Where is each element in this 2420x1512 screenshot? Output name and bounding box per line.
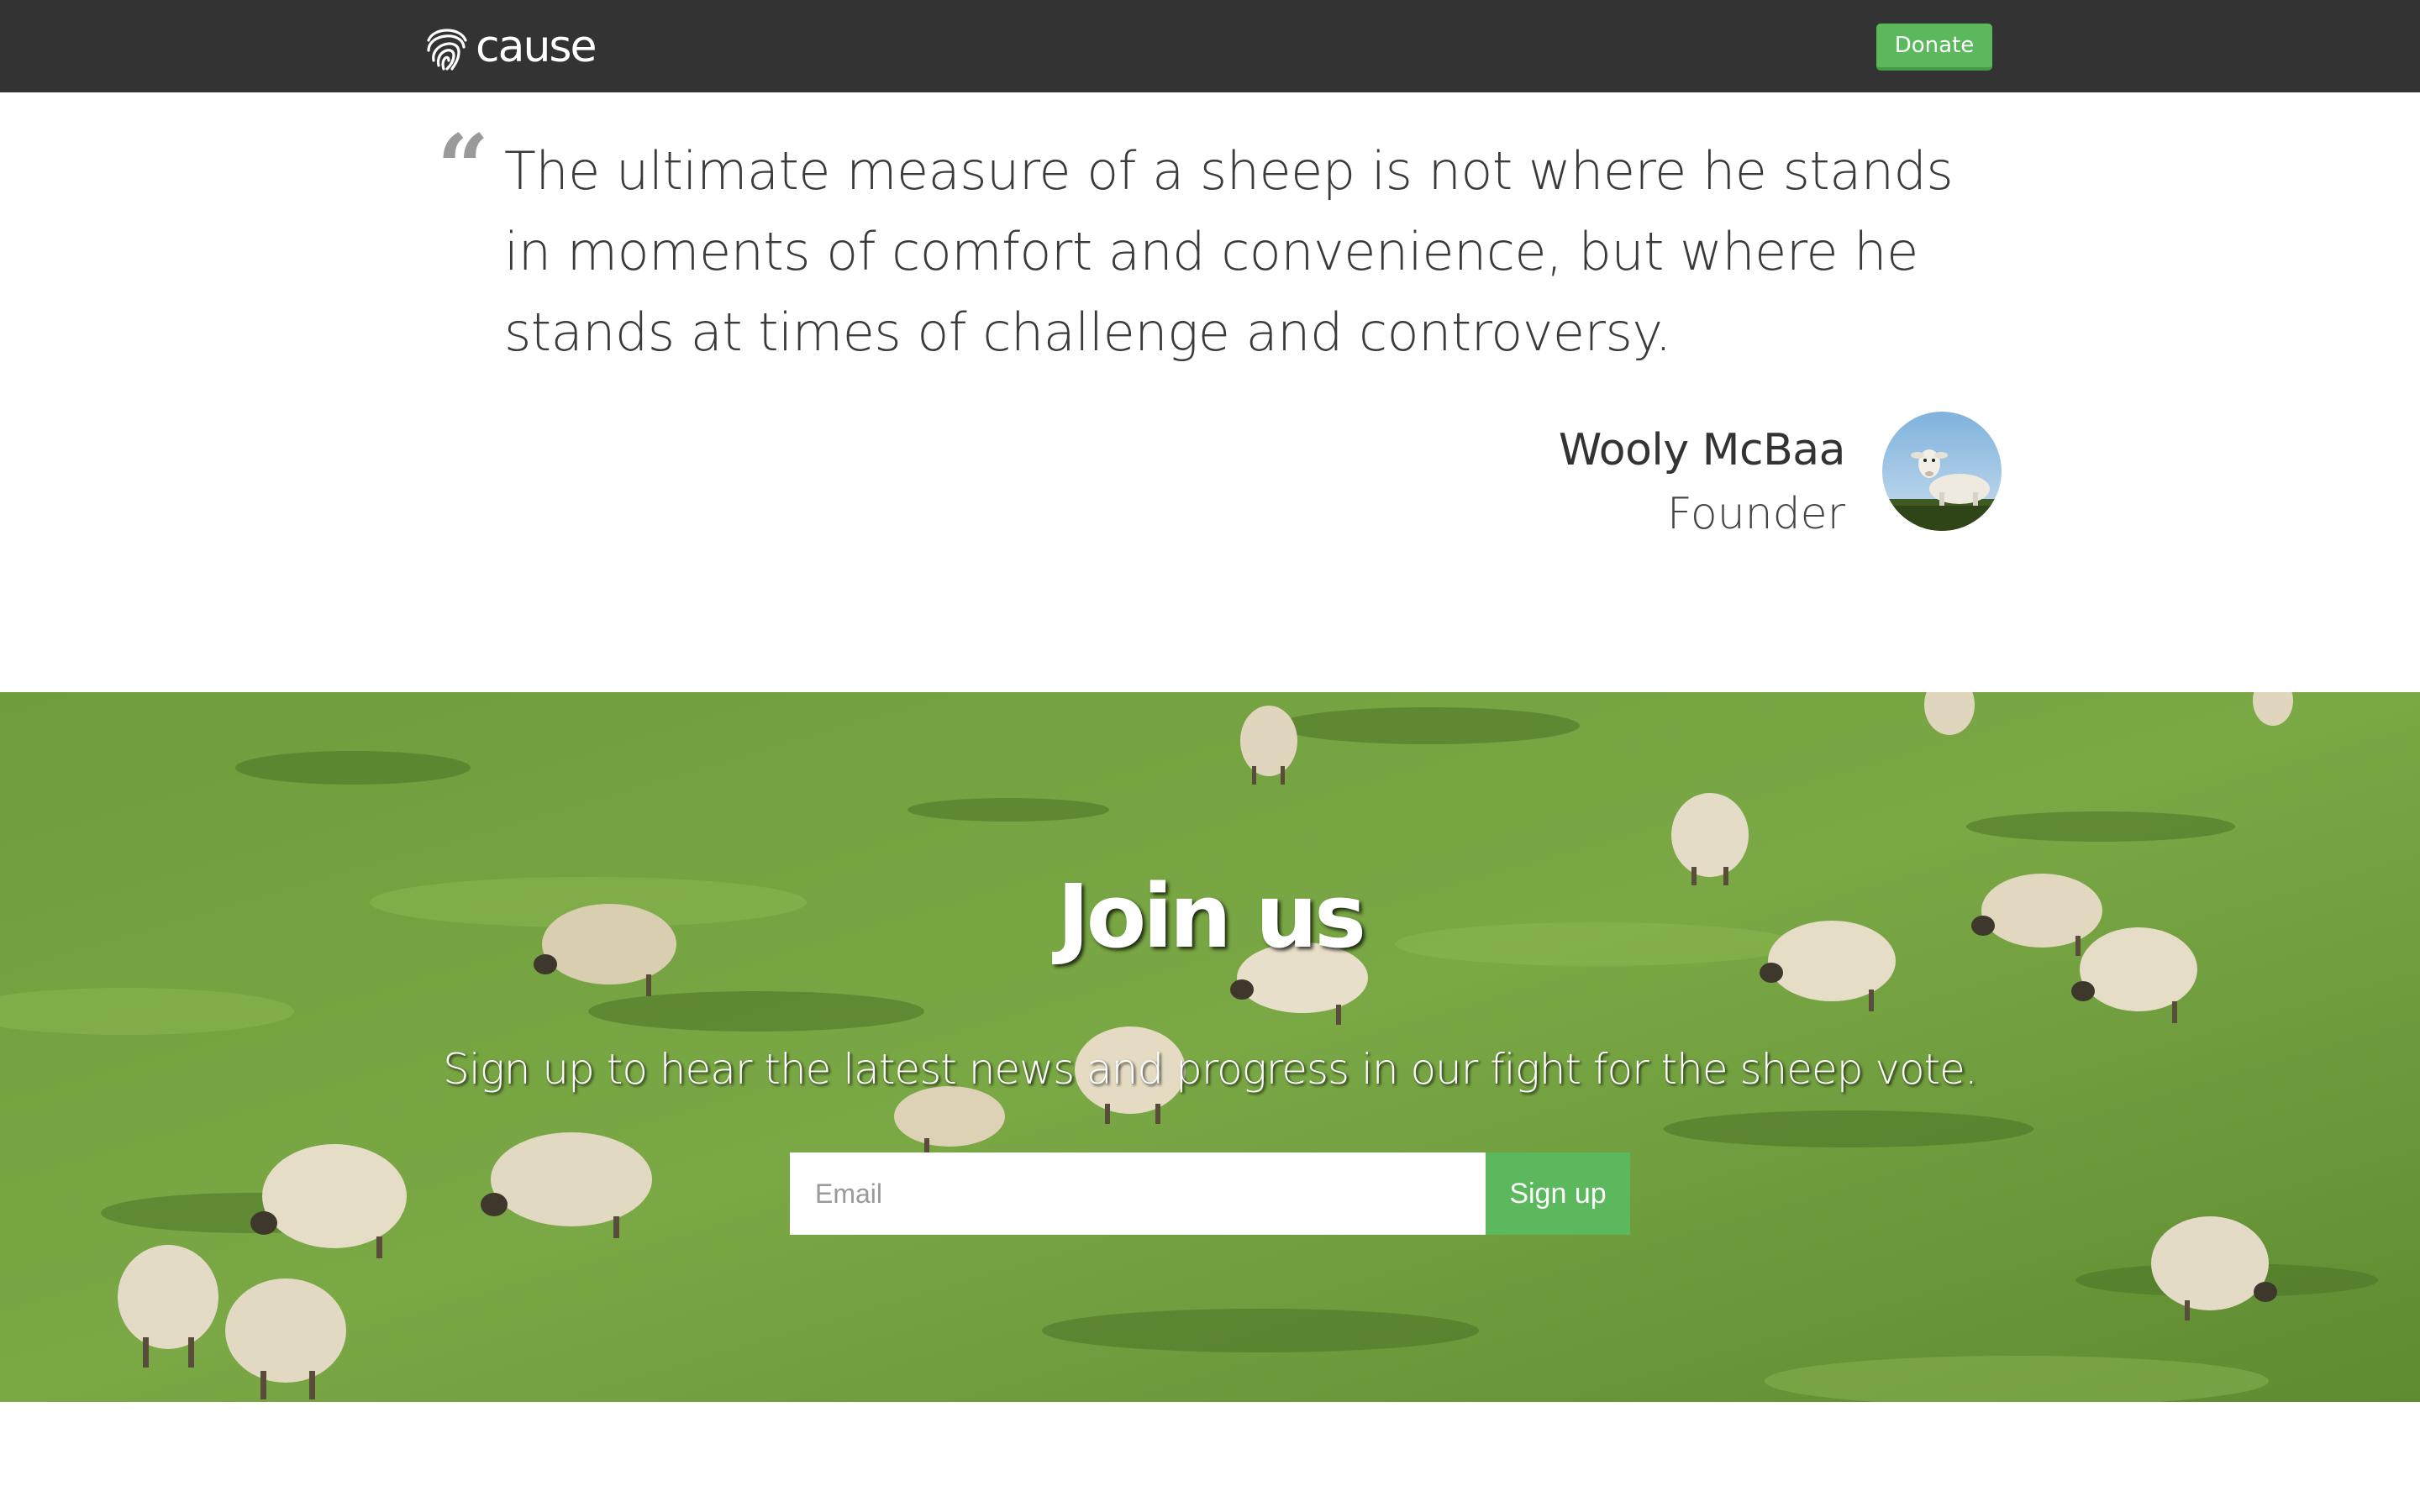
- join-section: Join us Sign up to hear the latest news …: [0, 692, 2420, 1402]
- quote-author: Wooly McBaa Founder: [1558, 418, 1846, 546]
- join-subtitle: Sign up to hear the latest news and prog…: [443, 1045, 1978, 1094]
- signup-button[interactable]: Sign up: [1486, 1152, 1630, 1235]
- quote-text: The ultimate measure of a sheep is not w…: [504, 140, 1954, 363]
- brand-logo[interactable]: cause: [425, 20, 597, 74]
- author-role: Founder: [1666, 489, 1845, 539]
- donate-button[interactable]: Donate: [1876, 24, 1992, 71]
- email-input[interactable]: [790, 1152, 1486, 1235]
- quote-section: “ The ultimate measure of a sheep is not…: [0, 92, 2420, 692]
- join-title: Join us: [1057, 865, 1366, 968]
- author-avatar: [1882, 412, 2002, 531]
- signup-form: Sign up: [790, 1152, 1630, 1235]
- author-name: Wooly McBaa: [1558, 425, 1846, 475]
- fingerprint-icon: [427, 29, 467, 71]
- quote-mark-icon: “: [437, 115, 490, 221]
- navbar: cause Donate: [0, 0, 2420, 92]
- brand-name: cause: [476, 22, 597, 72]
